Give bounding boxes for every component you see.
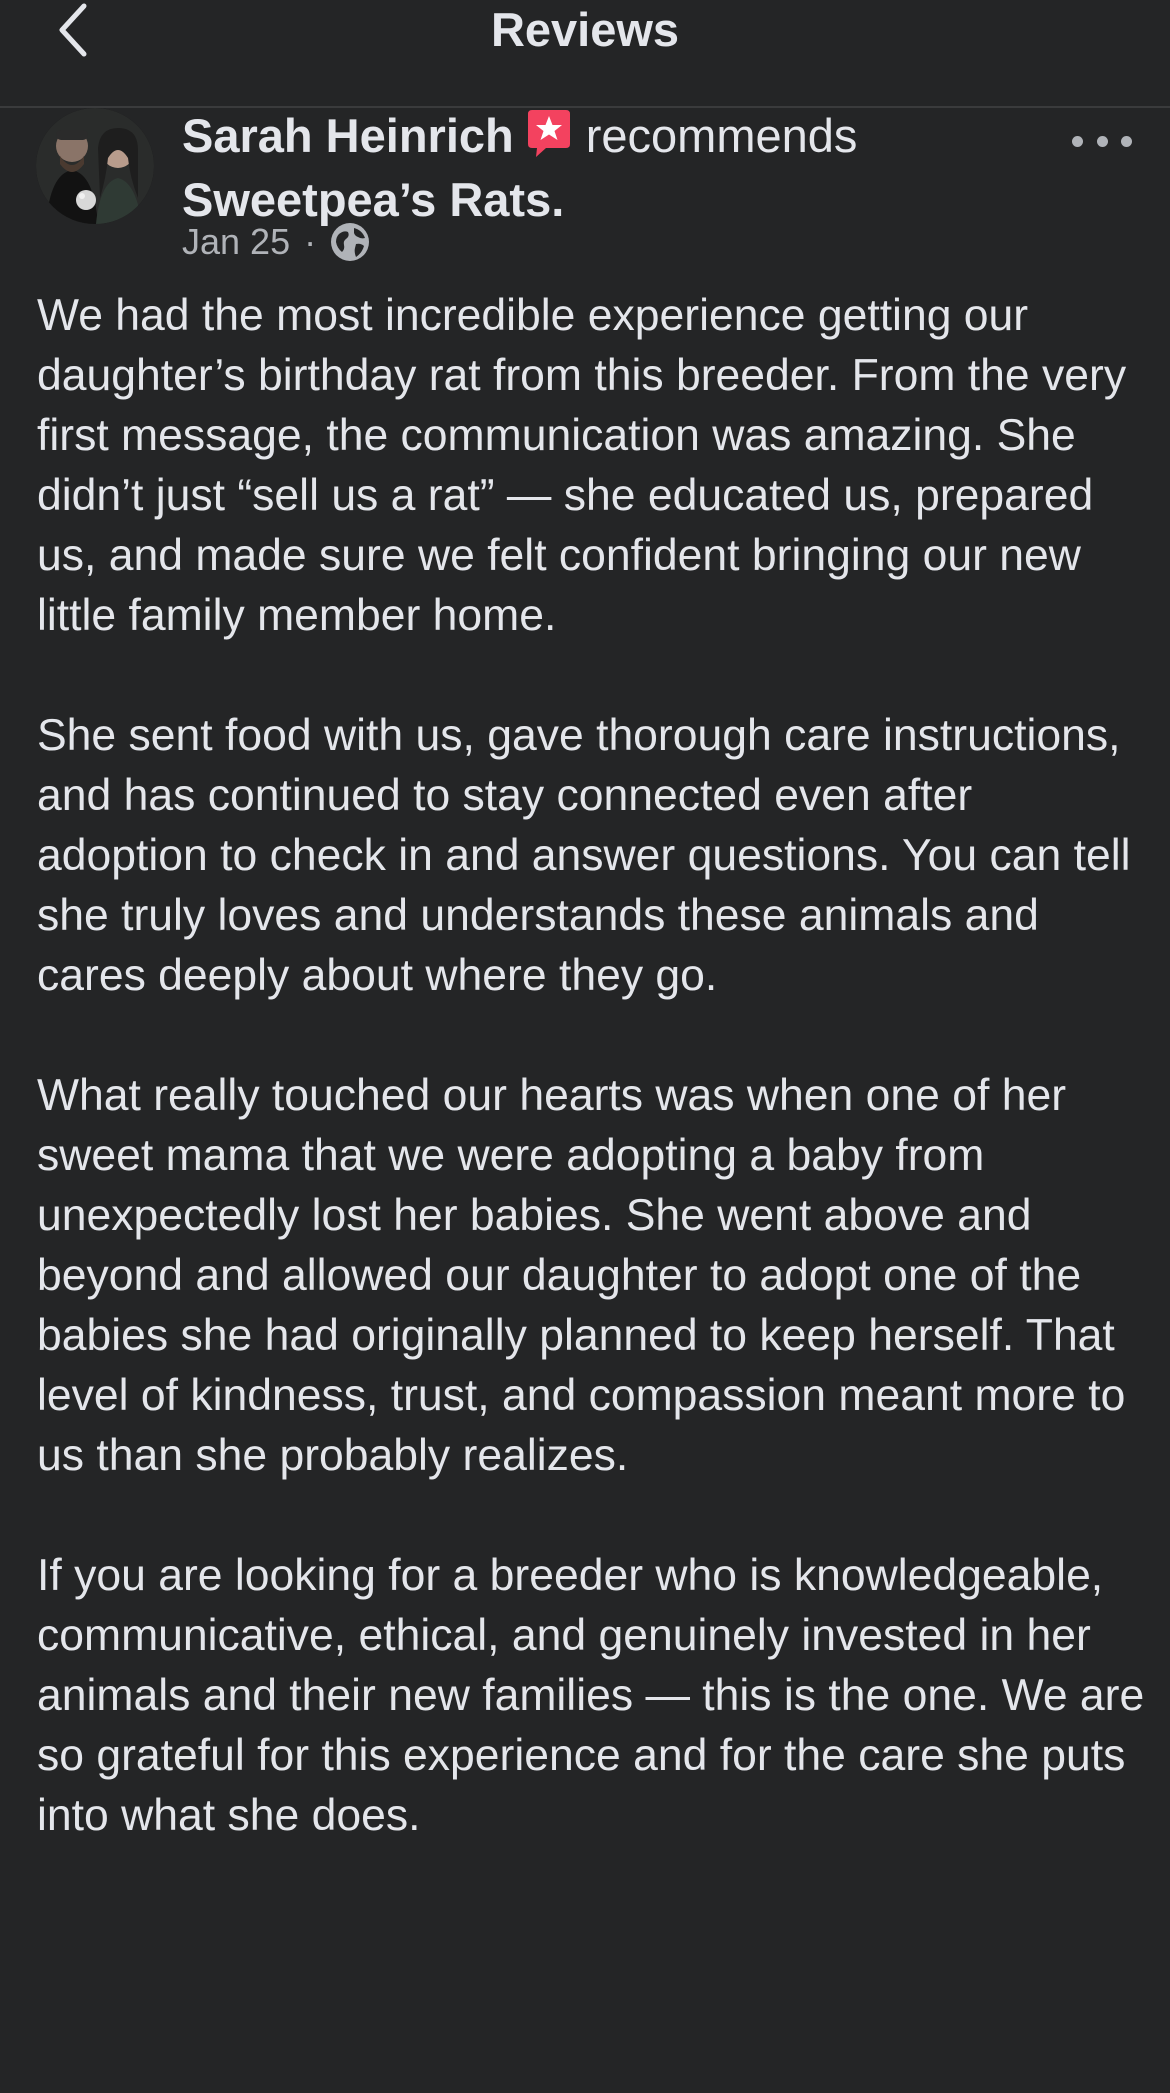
recommends-text: recommends [585,109,858,162]
post-meta: Jan 25 · [182,220,370,264]
more-horizontal-icon-dot [1121,135,1132,147]
review-paragraph: She sent food with us, gave thorough car… [37,711,1131,1000]
review-paragraph: If you are looking for a breeder who is … [37,1551,1145,1840]
avatar-photo [36,108,154,224]
post-header: Sarah Heinrich recommends Sweetpea’s Rat… [0,108,1170,273]
more-horizontal-icon-dot [1096,135,1108,147]
author-avatar[interactable] [36,108,154,224]
review-text: We had the most incredible experience ge… [37,286,1147,1846]
review-paragraph: We had the most incredible experience ge… [37,291,1127,640]
top-bar: Reviews [0,0,1170,108]
author-line: Sarah Heinrich recommends Sweetpea’s Rat… [182,108,1062,228]
recommendation-star-badge-icon [524,108,574,170]
meta-separator: · [304,221,317,262]
post-date[interactable]: Jan 25 [182,220,290,264]
more-options-button[interactable] [1072,126,1132,156]
more-horizontal-icon-dot [1072,135,1083,147]
globe-icon [331,223,370,261]
review-paragraph: What really touched our hearts was when … [37,1071,1126,1480]
page-title: Reviews [490,3,680,56]
author-name[interactable]: Sarah Heinrich [182,109,514,162]
